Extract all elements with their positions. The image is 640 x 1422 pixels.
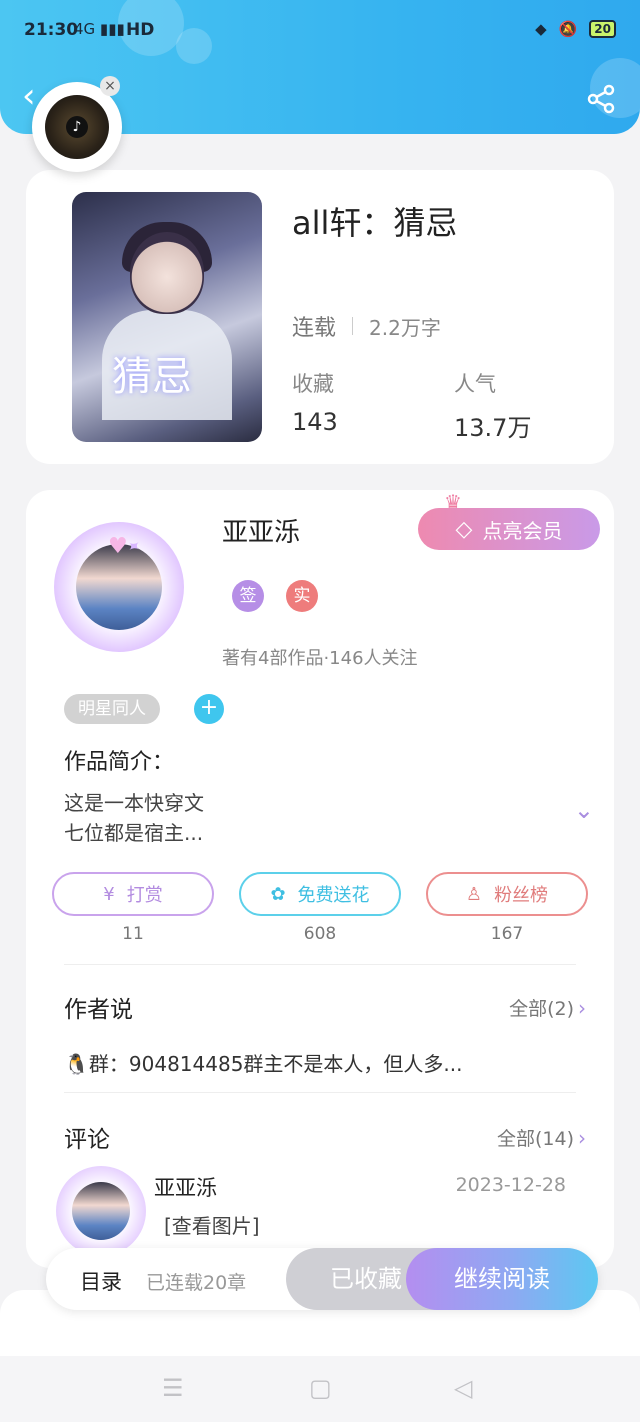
cover-title: 猜忌 (112, 354, 192, 400)
comments-all-label: 全部(14) (496, 1128, 574, 1150)
chevron-right-icon: › (578, 1126, 586, 1150)
avatar-photo (72, 1182, 130, 1240)
coin-icon: ¥ (103, 883, 115, 905)
mute-icon: 🔕 (558, 20, 578, 38)
favorites-stat: 收藏 143 (292, 368, 338, 436)
book-cover[interactable]: 猜忌 (72, 192, 262, 442)
author-says-all-label: 全部(2) (509, 998, 574, 1020)
signed-badge: 签 (232, 580, 264, 612)
share-icon[interactable] (586, 84, 616, 114)
genre-tag[interactable]: 明星同人 (64, 694, 160, 724)
add-tag-icon[interactable]: + (194, 694, 224, 724)
author-detail-card: ♥ ✦ 亚亚泺 ♛ ◇ 点亮会员 签 实 著有4部作品·146人关注 明星同人 … (26, 490, 614, 1268)
tip-label: 打赏 (126, 885, 163, 906)
system-nav-bar: ☰ ▢ ◁ (0, 1356, 640, 1422)
favorites-label: 收藏 (292, 372, 334, 396)
author-avatar[interactable]: ♥ ✦ (54, 522, 184, 652)
menu-icon[interactable]: ☰ (162, 1374, 184, 1402)
author-says-heading: 作者说 (64, 997, 133, 1023)
comment-date: 2023-12-28 (455, 1174, 566, 1196)
comment-text[interactable]: [查看图片] (164, 1210, 260, 1239)
book-status: 连载 (292, 316, 337, 341)
comments-all-link[interactable]: 全部(14) › (497, 1124, 586, 1151)
status-bar: 21:30 4G ▮▮▮ HD ◆ 🔕 20 (24, 20, 616, 44)
commenter-avatar[interactable] (56, 1166, 146, 1256)
status-time: 21:30 (24, 20, 79, 40)
cover-figure-face (130, 232, 204, 314)
author-says-text[interactable]: 🐧群：904814485群主不是本人，但人多... (64, 1048, 463, 1077)
music-player-button[interactable]: ♪ × (32, 76, 122, 172)
comments-heading: 评论 (64, 1127, 110, 1153)
intro-line: 这是一本快穿文 (64, 791, 204, 815)
battery-icon: 20 (589, 20, 616, 38)
signal-icon: 4G ▮▮▮ (74, 20, 125, 38)
chevron-down-icon[interactable]: ⌄ (574, 796, 594, 824)
fan-rank-count: 167 (490, 924, 524, 944)
flower-count: 608 (303, 924, 337, 944)
network-label: HD (126, 20, 155, 40)
fan-rank-label: 粉丝榜 (494, 885, 549, 906)
tip-button[interactable]: ¥ 打赏 (52, 872, 214, 916)
vip-button[interactable]: ◇ 点亮会员 (418, 508, 600, 550)
person-icon: ♙ (465, 883, 483, 905)
toc-button[interactable]: 目录 (80, 1266, 122, 1296)
diamond-icon: ◇ (455, 516, 473, 542)
word-count: 2.2万字 (369, 315, 441, 340)
close-icon[interactable]: × (100, 76, 120, 96)
bottom-action-bar: 目录 已连载20章 已收藏 继续阅读 (46, 1248, 598, 1310)
chapter-progress: 已连载20章 (146, 1272, 247, 1294)
author-name[interactable]: 亚亚泺 (222, 512, 300, 549)
send-flower-label: 免费送花 (297, 885, 370, 906)
author-says-all-link[interactable]: 全部(2) › (509, 994, 586, 1021)
popularity-value: 13.7万 (454, 414, 532, 442)
popularity-stat: 人气 13.7万 (454, 368, 531, 443)
intro-text[interactable]: 这是一本快穿文 七位都是宿主... (64, 788, 204, 848)
commenter-name[interactable]: 亚亚泺 (154, 1172, 217, 1202)
continue-reading-button[interactable]: 继续阅读 (406, 1248, 598, 1310)
favorites-value: 143 (292, 408, 338, 436)
tip-count: 11 (122, 924, 144, 944)
divider (352, 317, 354, 335)
chevron-right-icon: › (578, 996, 586, 1020)
music-note-icon: ♪ (66, 116, 88, 138)
divider (64, 1092, 576, 1093)
vip-label: 点亮会员 (482, 518, 563, 543)
home-icon[interactable]: ▢ (309, 1374, 332, 1402)
back-nav-icon[interactable]: ◁ (454, 1374, 472, 1402)
intro-heading: 作品简介： (64, 750, 175, 775)
intro-line: 七位都是宿主... (64, 821, 204, 845)
send-flower-button[interactable]: ✿ 免费送花 (239, 872, 401, 916)
book-title: all轩：猜忌 (292, 204, 458, 242)
fan-rank-button[interactable]: ♙ 粉丝榜 (426, 872, 588, 916)
popularity-label: 人气 (454, 372, 496, 396)
divider (64, 964, 576, 965)
book-info-card: 猜忌 all轩：猜忌 连载 2.2万字 收藏 143 人气 13.7万 (26, 170, 614, 464)
status-icons: ◆ 🔕 20 (535, 20, 616, 38)
back-icon[interactable]: ‹ (22, 79, 36, 113)
author-meta: 著有4部作品·146人关注 (222, 648, 418, 669)
verified-badge: 实 (286, 580, 318, 612)
gamepad-icon: ◆ (535, 20, 547, 38)
flower-icon: ✿ (270, 883, 286, 905)
book-status-row: 连载 2.2万字 (292, 310, 441, 342)
